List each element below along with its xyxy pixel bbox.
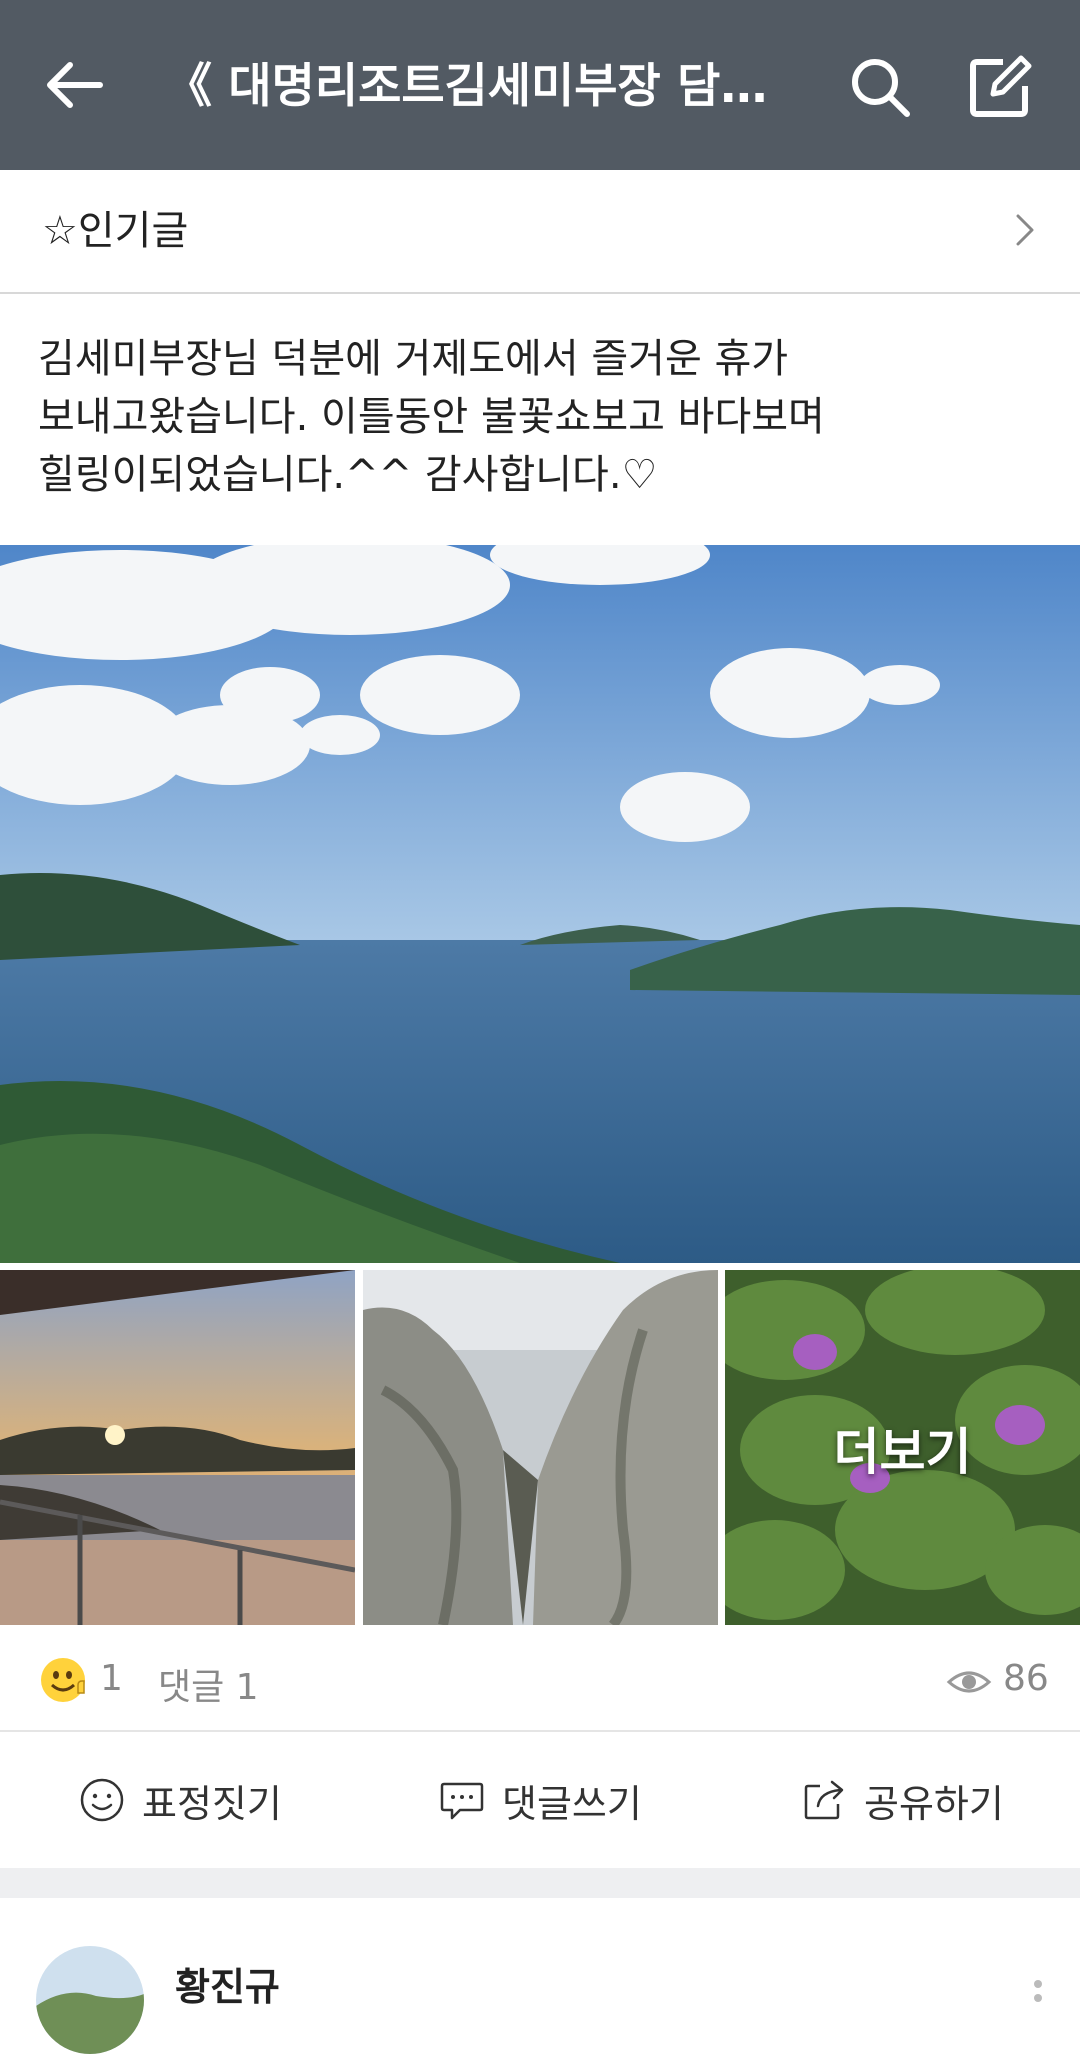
search-button[interactable] xyxy=(845,52,915,122)
comment-item: 황진규 xyxy=(0,1898,1080,2054)
share-button[interactable]: 공유하기 xyxy=(800,1770,1004,1830)
chevron-right-icon xyxy=(1016,214,1034,246)
photo-thumb-cliffs[interactable] xyxy=(363,1270,718,1625)
popular-posts-bar[interactable]: ☆인기글 xyxy=(0,170,1080,294)
speech-bubble-icon xyxy=(440,1782,484,1820)
cliff-photo-image xyxy=(363,1270,718,1625)
compose-button[interactable] xyxy=(965,52,1035,122)
arrow-left-icon xyxy=(47,62,103,108)
popular-label: ☆인기글 xyxy=(42,208,189,254)
search-icon xyxy=(852,59,910,117)
react-button[interactable]: 표정짓기 xyxy=(78,1770,282,1830)
post-stats-row: 1 댓글 1 86 xyxy=(0,1628,1080,1732)
post-actions-bar: 표정짓기 댓글쓰기 공유하기 xyxy=(0,1732,1080,1868)
smile-thumbs-up-emoji-icon[interactable] xyxy=(38,1653,92,1707)
compose-icon xyxy=(970,55,1032,117)
eye-icon xyxy=(946,1671,992,1693)
view-count: 86 xyxy=(1003,1658,1049,1699)
post-body-text: 김세미부장님 덕분에 거제도에서 즐거운 휴가 보내고왔습니다. 이틀동안 불꽃… xyxy=(38,336,825,498)
comment-count[interactable]: 댓글 1 xyxy=(158,1658,259,1710)
more-options-icon[interactable] xyxy=(1030,1978,1046,2018)
smile-icon xyxy=(80,1778,124,1822)
back-button[interactable] xyxy=(40,50,110,120)
avatar[interactable] xyxy=(36,1946,144,2054)
write-comment-button[interactable]: 댓글쓰기 xyxy=(438,1770,642,1830)
reaction-count[interactable]: 1 xyxy=(100,1658,123,1699)
avatar-image xyxy=(36,1946,144,2054)
photo-thumb-more[interactable]: 더보기 xyxy=(725,1270,1080,1625)
section-divider xyxy=(0,1868,1080,1898)
sunset-photo-image xyxy=(0,1270,355,1625)
more-photos-label: 더보기 xyxy=(833,1422,972,1481)
photo-thumb-sunset[interactable] xyxy=(0,1270,355,1625)
comment-author-name[interactable]: 황진규 xyxy=(175,1956,280,2011)
sea-photo-image xyxy=(0,545,1080,1263)
share-label: 공유하기 xyxy=(864,1781,1004,1826)
share-icon xyxy=(804,1780,844,1820)
app-header: 《 대명리조트김세미부장 담… xyxy=(0,0,1080,170)
write-comment-label: 댓글쓰기 xyxy=(502,1781,642,1826)
main-photo-sea-view[interactable] xyxy=(0,545,1080,1263)
page-title: 《 대명리조트김세미부장 담… xyxy=(165,59,768,114)
react-label: 표정짓기 xyxy=(142,1781,282,1826)
